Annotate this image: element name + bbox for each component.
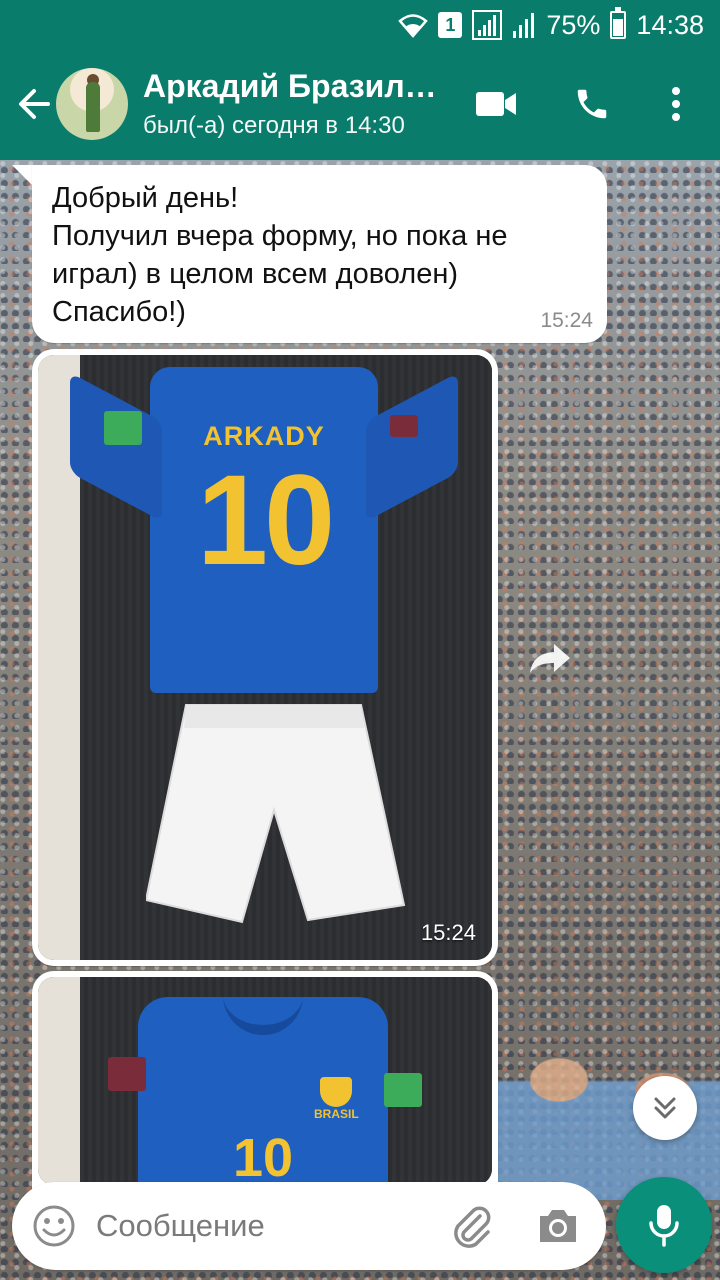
voice-message-button[interactable]: [616, 1177, 712, 1273]
more-vert-icon: [672, 87, 680, 121]
avatar-figure: [86, 82, 100, 132]
paperclip-icon[interactable]: [448, 1202, 496, 1250]
message-line: Спасибо!): [52, 296, 186, 328]
status-bar: 1 75% 14:38: [0, 0, 720, 50]
message-line: играл) в целом всем доволен): [52, 258, 458, 290]
jersey-back: ARKADY 10: [70, 367, 458, 693]
jersey-collar: [223, 995, 303, 1035]
crest-text: BRASIL: [314, 1107, 359, 1121]
image-message[interactable]: BRASIL 10: [32, 971, 498, 1191]
chat-header: Аркадий Бразил… был(-а) сегодня в 14:30: [0, 50, 720, 160]
voice-call-button[interactable]: [568, 80, 616, 128]
sleeve-patch: [104, 411, 142, 445]
message-bubble[interactable]: Добрый день! Получил вчера форму, но пок…: [32, 165, 607, 343]
crest: [320, 1077, 352, 1107]
scroll-to-bottom-button[interactable]: [633, 1076, 697, 1140]
signal-icon: [472, 10, 503, 40]
signal-icon: [513, 13, 535, 38]
sleeve-patch: [384, 1073, 422, 1107]
clock: 14:38: [636, 9, 704, 40]
camera-icon[interactable]: [534, 1202, 582, 1250]
image-message[interactable]: ARKADY 10 15:24: [32, 349, 498, 966]
sleeve-patch: [390, 415, 418, 437]
back-arrow-icon[interactable]: [14, 84, 54, 124]
battery-percent: 75%: [546, 9, 601, 40]
photo[interactable]: BRASIL 10: [38, 977, 492, 1185]
bubble-tail: [12, 165, 34, 187]
forward-icon[interactable]: [528, 640, 572, 676]
sim-badge: 1: [438, 12, 463, 38]
wifi-icon: [398, 14, 429, 38]
status-icons: 1 75% 14:38: [398, 7, 704, 42]
contact-name[interactable]: Аркадий Бразил…: [143, 68, 448, 105]
message-time: 15:24: [540, 309, 593, 332]
message-line: Получил вчера форму, но пока не: [52, 220, 508, 252]
jersey-number: 10: [196, 449, 335, 592]
battery-icon: [610, 7, 627, 39]
message-composer: [12, 1182, 606, 1270]
message-input[interactable]: [96, 1182, 436, 1270]
image-time: 15:24: [420, 920, 476, 945]
phone-icon: [577, 89, 607, 119]
sleeve-patch: [108, 1057, 146, 1091]
message-text: Добрый день! Получил вчера форму, но пок…: [52, 179, 572, 331]
jersey-front: BRASIL 10: [108, 995, 422, 1185]
video-call-icon: [476, 92, 516, 116]
photo-wall: [38, 977, 80, 1185]
message-line: Добрый день!: [52, 182, 239, 214]
emoji-icon[interactable]: [32, 1204, 76, 1248]
more-options-button[interactable]: [652, 80, 700, 128]
jersey-number: 10: [232, 1128, 294, 1185]
last-seen-status[interactable]: был(-а) сегодня в 14:30: [143, 112, 405, 140]
white-shorts: [146, 704, 406, 924]
avatar[interactable]: [56, 68, 128, 140]
microphone-icon: [649, 1205, 679, 1247]
jersey-name: ARKADY: [203, 421, 325, 451]
photo[interactable]: ARKADY 10 15:24: [38, 355, 492, 960]
video-call-button[interactable]: [472, 80, 520, 128]
double-chevron-down-icon: [654, 1097, 676, 1119]
